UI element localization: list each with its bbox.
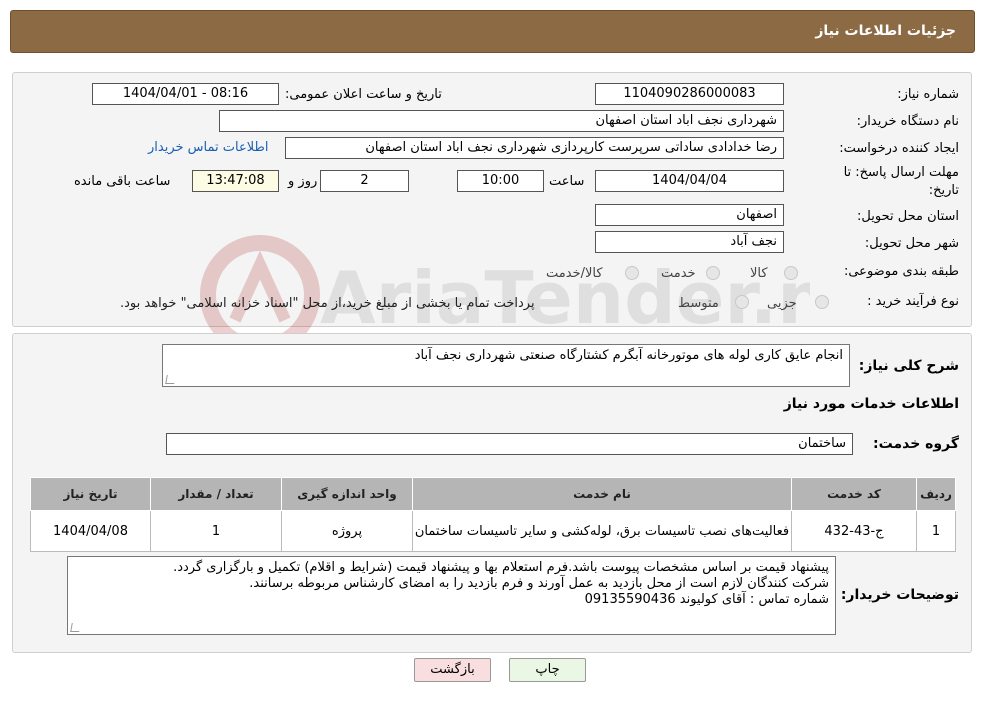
remaining-time-label: ساعت باقی مانده [74, 174, 171, 189]
col-unit-header: واحد اندازه گیری [281, 477, 413, 511]
services-section-title: اطلاعات خدمات مورد نیاز [783, 396, 959, 412]
buyer-org-label: نام دستگاه خریدار: [856, 114, 959, 129]
cell-date: 1404/04/08 [30, 510, 151, 552]
buyer-notes-label: توضیحات خریدار: [840, 587, 959, 603]
buyer-notes-line-2: شرکت کنندگان لازم است از محل بازدید به ع… [249, 576, 829, 591]
resize-grip-icon[interactable] [70, 623, 81, 632]
page-header: جزئیات اطلاعات نیاز [10, 10, 975, 53]
requester-field: رضا خدادادی ساداتی سرپرست کارپردازی شهرد… [285, 137, 784, 159]
category-goods-label: کالا [750, 266, 768, 281]
category-radio-service[interactable] [706, 266, 720, 280]
buyer-notes-line-1: پیشنهاد قیمت بر اساس مشخصات پیوست باشد.ف… [173, 560, 829, 575]
summary-label: شرح کلی نیاز: [858, 358, 959, 374]
process-type-label: نوع فرآیند خرید : [867, 294, 959, 309]
service-group-label: گروه خدمت: [873, 436, 959, 452]
summary-textarea[interactable]: انجام عایق کاری لوله های موتورخانه آبگرم… [162, 344, 850, 387]
col-qty-header: تعداد / مقدار [150, 477, 282, 511]
buyer-contact-link[interactable]: اطلاعات تماس خریدار [148, 140, 268, 155]
need-number-field: 1104090286000083 [595, 83, 784, 105]
buyer-notes-textarea[interactable]: پیشنهاد قیمت بر اساس مشخصات پیوست باشد.ف… [67, 556, 836, 635]
category-label: طبقه بندی موضوعی: [843, 264, 959, 279]
deadline-date-field: 1404/04/04 [595, 170, 784, 192]
remaining-time-field: 13:47:08 [192, 170, 279, 192]
city-field: نجف آباد [595, 231, 784, 253]
city-label: شهر محل تحویل: [864, 236, 959, 251]
process-radio-minor[interactable] [815, 295, 829, 309]
deadline-time-label: ساعت [549, 174, 585, 189]
col-code-header: کد خدمت [791, 477, 917, 511]
back-button[interactable]: بازگشت [414, 658, 491, 682]
process-minor-label: جزیی [767, 296, 797, 311]
deadline-label: مهلت ارسال پاسخ: تا [843, 165, 959, 180]
resize-grip-icon[interactable] [165, 375, 176, 384]
col-name-header: نام خدمت [412, 477, 792, 511]
announce-label: تاریخ و ساعت اعلان عمومی: [285, 87, 442, 102]
category-radio-goods[interactable] [784, 266, 798, 280]
col-row-header: ردیف [916, 477, 956, 511]
days-label: روز و [288, 174, 318, 189]
process-radio-medium[interactable] [735, 295, 749, 309]
category-service-label: خدمت [661, 266, 696, 281]
province-label: استان محل تحویل: [857, 209, 959, 224]
cell-unit: پروژه [281, 510, 413, 552]
category-radio-goods-service[interactable] [625, 266, 639, 280]
buyer-org-field: شهرداری نجف اباد استان اصفهان [219, 110, 784, 132]
requester-label: ایجاد کننده درخواست: [839, 141, 959, 156]
category-goods-service-label: کالا/خدمت [546, 266, 603, 281]
province-field: اصفهان [595, 204, 784, 226]
need-number-label: شماره نیاز: [897, 87, 959, 102]
process-payment-note: پرداخت تمام یا بخشی از مبلغ خرید،از محل … [120, 296, 535, 311]
buyer-notes-line-3: شماره تماس : آقای کولیوند 09135590436 [584, 592, 829, 607]
deadline-time-field: 10:00 [457, 170, 544, 192]
summary-text: انجام عایق کاری لوله های موتورخانه آبگرم… [414, 348, 843, 363]
table-row: 1 ج-43-432 فعالیت‌های نصب تاسیسات برق، ل… [30, 510, 956, 552]
days-field: 2 [320, 170, 409, 192]
deadline-label-date: تاریخ: [928, 183, 959, 198]
page-title: جزئیات اطلاعات نیاز [815, 23, 956, 39]
cell-qty: 1 [150, 510, 282, 552]
cell-name: فعالیت‌های نصب تاسیسات برق، لوله‌کشی و س… [412, 510, 792, 552]
print-button[interactable]: چاپ [509, 658, 586, 682]
announce-datetime-field: 1404/04/01 - 08:16 [92, 83, 279, 105]
cell-row: 1 [916, 510, 956, 552]
cell-code: ج-43-432 [791, 510, 917, 552]
process-medium-label: متوسط [678, 296, 719, 311]
col-date-header: تاریخ نیاز [30, 477, 151, 511]
table-header-row: ردیف کد خدمت نام خدمت واحد اندازه گیری ت… [30, 477, 956, 511]
services-table: ردیف کد خدمت نام خدمت واحد اندازه گیری ت… [30, 477, 956, 552]
service-group-field: ساختمان [166, 433, 853, 455]
